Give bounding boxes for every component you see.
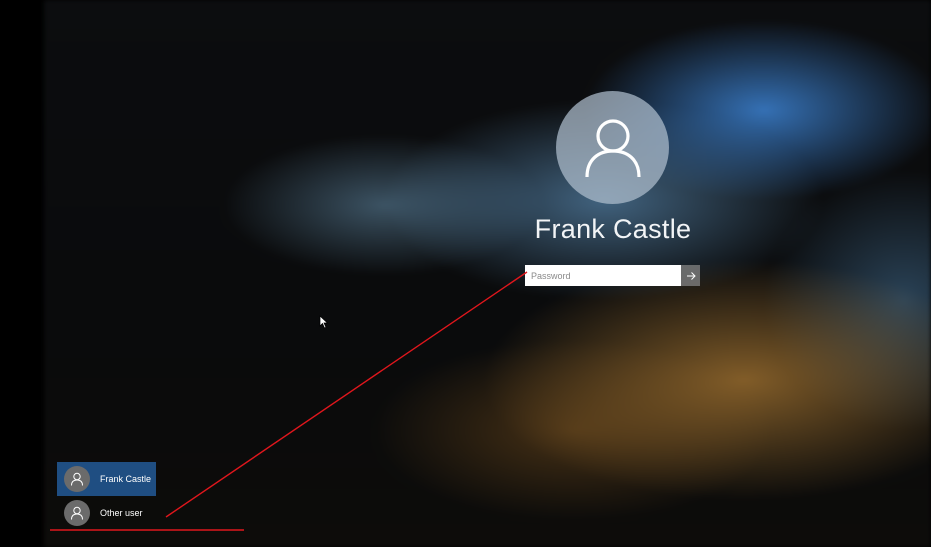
user-tile-avatar	[64, 466, 90, 492]
user-tile-avatar	[64, 500, 90, 526]
background-wallpaper	[44, 0, 931, 547]
lock-screen: Frank Castle Frank Castle Other user	[0, 0, 931, 547]
user-avatar	[556, 91, 669, 204]
user-tile-label: Frank Castle	[100, 474, 152, 484]
user-name: Frank Castle	[534, 214, 692, 244]
user-switcher: Frank Castle Other user	[57, 462, 156, 530]
arrow-right-icon	[686, 271, 696, 280]
user-icon	[584, 118, 641, 177]
user-icon	[71, 472, 83, 486]
password-input[interactable]	[525, 265, 681, 286]
password-row	[525, 265, 700, 286]
user-icon	[71, 506, 83, 520]
user-tile-other-user[interactable]: Other user	[57, 496, 156, 530]
user-tile-label: Other user	[100, 508, 143, 518]
submit-button[interactable]	[681, 265, 700, 286]
user-tile-frank-castle[interactable]: Frank Castle	[57, 462, 156, 496]
black-border	[0, 0, 44, 547]
mouse-cursor-icon	[319, 315, 329, 329]
